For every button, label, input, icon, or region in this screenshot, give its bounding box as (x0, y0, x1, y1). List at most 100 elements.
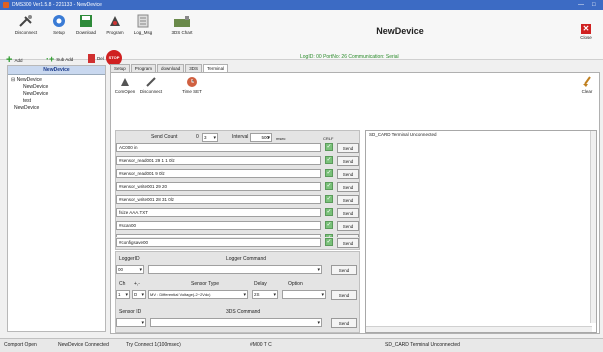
command-input[interactable]: #sensor_read001 29 1 1 0lz (116, 156, 321, 165)
tab-setup[interactable]: Setup (110, 64, 130, 72)
command-row-extra: #configsave00 ✓ Send (115, 237, 360, 249)
send-button[interactable]: Send (337, 238, 359, 248)
send-button[interactable]: Send (337, 195, 359, 205)
send-button[interactable]: Send (337, 208, 359, 218)
command-input[interactable]: #sensor_write001 29 20 (116, 182, 321, 191)
command-input[interactable]: #configsave00 (116, 238, 321, 247)
terminal-header: SD_CARD Terminal Unconnected (369, 132, 437, 137)
tab-3ds[interactable]: 3DS (185, 64, 203, 72)
disconnect-button[interactable]: Disconnect (6, 14, 46, 42)
clock-icon (187, 77, 197, 87)
download-button[interactable]: Download (72, 14, 100, 42)
command-input[interactable]: #scan00 (116, 221, 321, 230)
send-button[interactable]: Send (337, 156, 359, 166)
port-status: Comport Open (4, 342, 37, 348)
disconnect-icon (146, 77, 156, 87)
crlf-checkbox[interactable]: ✓ (325, 182, 333, 190)
clear-button[interactable]: Clear (578, 76, 596, 94)
interval-unit: msec (276, 136, 286, 141)
trash-icon (88, 54, 95, 63)
program-button[interactable]: Program (102, 14, 128, 42)
terminal-disconnect-button[interactable]: Disconnect (138, 76, 164, 94)
sensor-send-button[interactable]: Send (331, 290, 357, 300)
command-input[interactable]: AC000 in (116, 143, 321, 152)
sensor-id-select[interactable] (116, 318, 146, 327)
setup-icon (53, 15, 65, 27)
delay-label: Delay (254, 281, 267, 287)
command-input[interactable]: fsize AAA.TXT (116, 208, 321, 217)
vertical-scrollbar[interactable] (590, 131, 596, 323)
3ds-chart-button[interactable]: 3DS Chart (168, 14, 196, 42)
sensor-id-label: Sensor ID (119, 309, 142, 315)
crlf-checkbox[interactable]: ✓ (325, 238, 333, 246)
crlf-checkbox[interactable]: ✓ (325, 208, 333, 216)
tab-download[interactable]: download (157, 64, 185, 72)
delay-select[interactable]: 2S (252, 290, 278, 299)
crlf-checkbox[interactable]: ✓ (325, 195, 333, 203)
interval-input[interactable]: 500 (250, 133, 272, 142)
crlf-label: CRLF (323, 136, 334, 141)
crlf-checkbox[interactable]: ✓ (325, 169, 333, 177)
setup-button[interactable]: Setup (48, 14, 70, 42)
sign-select[interactable]: D (132, 290, 146, 299)
logger-command-select[interactable] (148, 265, 322, 274)
send-button[interactable]: Send (337, 221, 359, 231)
close-button[interactable]: ✕ Close (576, 24, 596, 40)
tab-program[interactable]: Program (130, 64, 157, 72)
tree-item[interactable]: NewDevice (11, 105, 102, 112)
app-icon (3, 2, 9, 8)
tree-item[interactable]: ⊟ NewDevice (11, 77, 102, 84)
sensor-type-select[interactable]: MV : Differential Voltage(-2~2Vdc) (148, 290, 248, 299)
tree-item[interactable]: NewDevice (11, 84, 102, 91)
option-select[interactable] (282, 290, 326, 299)
minimize-button[interactable]: — (578, 0, 584, 10)
send-button[interactable]: Send (337, 182, 359, 192)
horizontal-scrollbar[interactable] (366, 326, 592, 332)
sds-send-button[interactable]: Send (331, 318, 357, 328)
command-input[interactable]: #sensor_read001 9 0lz (116, 169, 321, 178)
send-button[interactable]: Send (337, 143, 359, 153)
chart-icon (174, 16, 190, 27)
program-icon (110, 16, 120, 26)
tab-bar: Setup Program download 3DS Terminal (110, 64, 229, 72)
crlf-checkbox[interactable]: ✓ (325, 156, 333, 164)
tab-terminal[interactable]: Terminal (203, 64, 229, 72)
device-status: NewDevice Connected (58, 342, 109, 348)
crlf-checkbox[interactable]: ✓ (325, 221, 333, 229)
logger-command-label: Logger Command (226, 256, 267, 262)
send-count-stepper[interactable]: 3 (202, 133, 218, 142)
logger-id-select[interactable]: 00 (116, 265, 144, 274)
collapse-icon[interactable]: ⊟ (11, 77, 15, 83)
maximize-button[interactable]: □ (592, 0, 596, 10)
sub-add-button[interactable]: ·+ Sub Add (46, 54, 73, 64)
device-tree-panel: NewDevice ⊟ NewDevice NewDevice NewDevic… (7, 65, 106, 332)
ch-select[interactable]: 1 (116, 290, 130, 299)
tree-item[interactable]: test (11, 98, 102, 105)
send-count-value: 0 (196, 134, 199, 140)
send-button[interactable]: Send (337, 169, 359, 179)
option-label: Option (288, 281, 303, 287)
terminal-output[interactable]: SD_CARD Terminal Unconnected (365, 130, 597, 333)
delete-button[interactable]: Del (88, 54, 104, 63)
logger-id-label: LoggerID (119, 256, 140, 262)
comopen-button[interactable]: ComOpen (114, 76, 136, 94)
close-icon: ✕ (581, 24, 591, 34)
sds-command-select[interactable] (150, 318, 322, 327)
command-panel: Send Count 0 3 Interval 500 msec CRLF AC… (115, 130, 360, 250)
crlf-checkbox[interactable]: ✓ (325, 143, 333, 151)
command-status: #M00 T C (250, 342, 272, 348)
logger-command-panel: LoggerID Logger Command 00 Send Ch +,- S… (115, 251, 360, 333)
log-msg-button[interactable]: Log_Msg (130, 14, 156, 42)
window-title: DMS300 Ver1.5.8 - 221133 - NewDevice (12, 2, 102, 8)
command-input[interactable]: #sensor_write001 28 31 0lz (116, 195, 321, 204)
send-count-label: Send Count (151, 134, 178, 140)
connection-status-info: LogID: 00 PortNo: 26 Communication: Seri… (300, 54, 399, 60)
comopen-icon (121, 78, 129, 86)
time-set-button[interactable]: Time SET (180, 76, 204, 94)
toolbar: Disconnect Setup Download Program Log_Ms… (0, 10, 603, 66)
broom-icon (583, 76, 591, 87)
logger-send-button[interactable]: Send (331, 265, 357, 275)
sds-command-label: 3DS Command (226, 309, 261, 315)
tree-item[interactable]: NewDevice (11, 91, 102, 98)
sub-add-icon: ·+ (46, 54, 55, 64)
